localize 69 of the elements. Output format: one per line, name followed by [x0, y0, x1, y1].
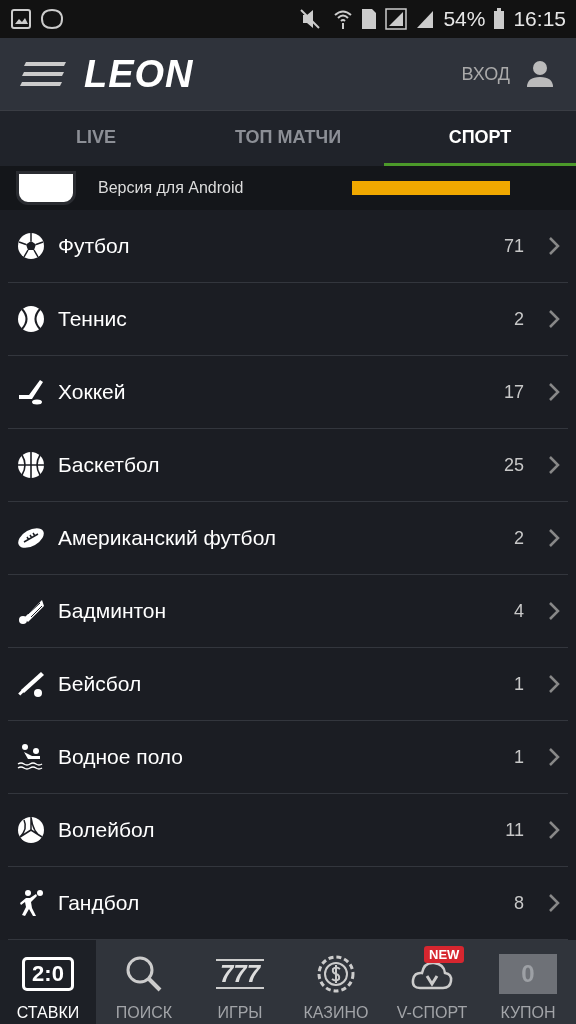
search-icon: [124, 954, 164, 994]
sim-card-icon: [361, 8, 378, 30]
banner-text: Версия для Android: [98, 179, 245, 197]
tab[interactable]: LIVE: [0, 111, 192, 166]
chevron-right-icon: [548, 820, 560, 840]
menu-icon[interactable]: [20, 59, 68, 89]
event-count: 17: [503, 381, 524, 403]
battery-icon: [493, 8, 506, 30]
hockey-stick-icon: [16, 377, 46, 407]
event-count: 8: [514, 892, 524, 914]
sport-row[interactable]: Американский футбол 2: [8, 502, 568, 575]
sport-row[interactable]: Теннис 2: [8, 283, 568, 356]
sport-name: Футбол: [58, 234, 131, 258]
sport-name: Баскетбол: [58, 453, 161, 477]
sport-row[interactable]: Водное поло 1: [8, 721, 568, 794]
soccer-ball-icon: [16, 231, 46, 261]
sport-name: Хоккей: [58, 380, 127, 404]
wifi-icon: [333, 8, 354, 30]
nav-item[interactable]: NEW V-СПОРТ: [384, 940, 480, 1024]
nav-item[interactable]: 2:0 СТАВКИ: [0, 940, 96, 1024]
chevron-right-icon: [548, 528, 560, 548]
sport-name: Гандбол: [58, 891, 141, 915]
nav-item[interactable]: КАЗИНО: [288, 940, 384, 1024]
nav-item[interactable]: ПОИСК: [96, 940, 192, 1024]
user-icon[interactable]: [526, 60, 554, 88]
sport-name: Бейсбол: [58, 672, 143, 696]
chevron-right-icon: [548, 601, 560, 621]
sport-name: Волейбол: [58, 818, 156, 842]
chevron-right-icon: [548, 747, 560, 767]
sport-name: Бадминтон: [58, 599, 168, 623]
nav-item[interactable]: 777 ИГРЫ: [192, 940, 288, 1024]
event-count: 25: [503, 454, 524, 476]
sport-row[interactable]: Хоккей 17: [8, 356, 568, 429]
login-link[interactable]: ВХОД: [461, 63, 510, 85]
sport-row[interactable]: Бадминтон 4: [8, 575, 568, 648]
volleyball-icon: [16, 815, 46, 845]
sport-name: Американский футбол: [58, 526, 278, 550]
event-count: 11: [505, 819, 524, 841]
chevron-right-icon: [548, 382, 560, 402]
tennis-ball-icon: [16, 304, 46, 334]
chevron-right-icon: [548, 674, 560, 694]
sport-name: Водное поло: [58, 745, 185, 769]
event-count: 1: [514, 673, 524, 695]
score-icon: 2:0: [22, 957, 74, 991]
event-count: 4: [514, 600, 524, 622]
clock-time: 16:15: [513, 7, 566, 31]
casino-chip-icon: [316, 954, 356, 994]
chevron-right-icon: [548, 455, 560, 475]
app-icon: [16, 171, 76, 205]
chevron-right-icon: [548, 893, 560, 913]
signal-icon: [385, 8, 408, 30]
sport-name: Теннис: [58, 307, 128, 331]
new-badge: NEW: [424, 946, 465, 963]
image-icon: [10, 8, 32, 30]
chevron-right-icon: [548, 309, 560, 329]
event-count: 1: [514, 746, 524, 768]
logo: LEON: [84, 52, 194, 96]
event-count: 71: [503, 235, 524, 257]
sport-row[interactable]: Бейсбол 1: [8, 648, 568, 721]
tab[interactable]: ТОП МАТЧИ: [192, 111, 384, 166]
event-count: 2: [514, 527, 524, 549]
sport-row[interactable]: Баскетбол 25: [8, 429, 568, 502]
sport-row[interactable]: Футбол 71: [8, 210, 568, 283]
event-count: 2: [514, 308, 524, 330]
baseball-bat-icon: [16, 669, 46, 699]
basketball-icon: [16, 450, 46, 480]
battery-percent: 54%: [443, 7, 486, 31]
sport-row[interactable]: Волейбол 11: [8, 794, 568, 867]
chevron-right-icon: [548, 236, 560, 256]
